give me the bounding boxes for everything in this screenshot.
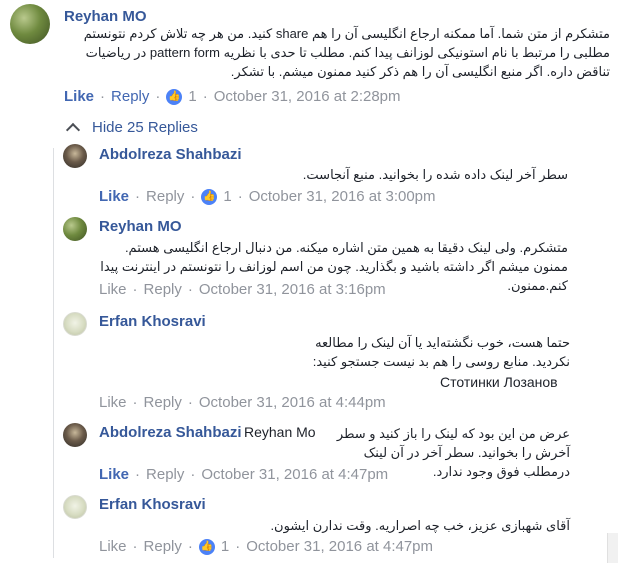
reply-author[interactable]: Reyhan MO <box>99 218 182 235</box>
reply-actions: Like · Reply · 👍 1 · October 31, 2016 at… <box>99 538 434 555</box>
avatar[interactable] <box>63 144 87 168</box>
reply-button[interactable]: Reply <box>111 88 149 105</box>
reply-text: سطر آخر لینک داده شده را بخوانید. منبع آ… <box>302 167 568 182</box>
comment-author[interactable]: Reyhan MO <box>64 8 147 25</box>
avatar[interactable] <box>10 4 50 44</box>
reply-timestamp[interactable]: October 31, 2016 at 3:16pm <box>199 281 386 298</box>
reply-timestamp[interactable]: October 31, 2016 at 4:47pm <box>201 466 388 483</box>
reply-button[interactable]: Reply <box>144 394 182 411</box>
reply-actions: Like · Reply · October 31, 2016 at 3:16p… <box>99 281 386 298</box>
like-button[interactable]: Like <box>99 466 129 483</box>
chevron-up-icon <box>65 122 81 137</box>
reply-actions: Like · Reply · October 31, 2016 at 4:47p… <box>99 466 389 483</box>
comment-text: متشکرم از متن شما. آما ممکنه ارجاع انگلی… <box>83 26 610 79</box>
comment-timestamp[interactable]: October 31, 2016 at 2:28pm <box>214 88 401 105</box>
reply-text: حتما هست، خوب نگشته‌اید یا آن لینک را مط… <box>312 335 570 369</box>
reply-author[interactable]: Abdolreza Shahbazi <box>99 146 242 163</box>
reply-actions: Like · Reply · 👍 1 · October 31, 2016 at… <box>99 188 436 205</box>
thumbs-up-icon[interactable]: 👍 <box>198 538 215 555</box>
reply-extra-text: Стотинки Лозанов <box>440 374 558 390</box>
avatar[interactable] <box>63 217 87 241</box>
reply-timestamp[interactable]: October 31, 2016 at 4:47pm <box>246 538 433 555</box>
reply-button[interactable]: Reply <box>146 188 184 205</box>
thumbs-up-icon[interactable]: 👍 <box>201 188 218 205</box>
reply-button[interactable]: Reply <box>144 538 182 555</box>
avatar[interactable] <box>63 423 87 447</box>
like-button[interactable]: Like <box>64 88 94 105</box>
like-button[interactable]: Like <box>99 538 127 555</box>
hide-replies-label: Hide 25 Replies <box>92 119 198 136</box>
reply-button[interactable]: Reply <box>144 281 182 298</box>
reply-timestamp[interactable]: October 31, 2016 at 3:00pm <box>249 188 436 205</box>
avatar[interactable] <box>63 312 87 336</box>
reaction-count[interactable]: 1 <box>188 88 196 105</box>
scrollbar[interactable] <box>607 533 618 563</box>
reaction-count[interactable]: 1 <box>221 538 229 555</box>
reply-author[interactable]: Abdolreza Shahbazi <box>99 424 242 441</box>
thread-line <box>53 148 54 558</box>
reply-button[interactable]: Reply <box>146 466 184 483</box>
reply-actions: Like · Reply · October 31, 2016 at 4:44p… <box>99 394 386 411</box>
thumbs-up-icon[interactable]: 👍 <box>166 88 183 105</box>
like-button[interactable]: Like <box>99 188 129 205</box>
reply-author[interactable]: Erfan Khosravi <box>99 313 206 330</box>
like-button[interactable]: Like <box>99 281 127 298</box>
reply-text: آقای شهبازی عزیز، خب چه اصراریه. وقت ندا… <box>270 518 570 533</box>
reply-author[interactable]: Erfan Khosravi <box>99 496 206 513</box>
mention-link[interactable]: Reyhan Mo <box>244 424 316 440</box>
like-button[interactable]: Like <box>99 394 127 411</box>
comment-actions: Like · Reply · 👍 1 · October 31, 2016 at… <box>64 88 401 105</box>
hide-replies-button[interactable]: Hide 25 Replies <box>65 119 198 137</box>
reply-timestamp[interactable]: October 31, 2016 at 4:44pm <box>199 394 386 411</box>
reaction-count[interactable]: 1 <box>223 188 231 205</box>
avatar[interactable] <box>63 495 87 519</box>
